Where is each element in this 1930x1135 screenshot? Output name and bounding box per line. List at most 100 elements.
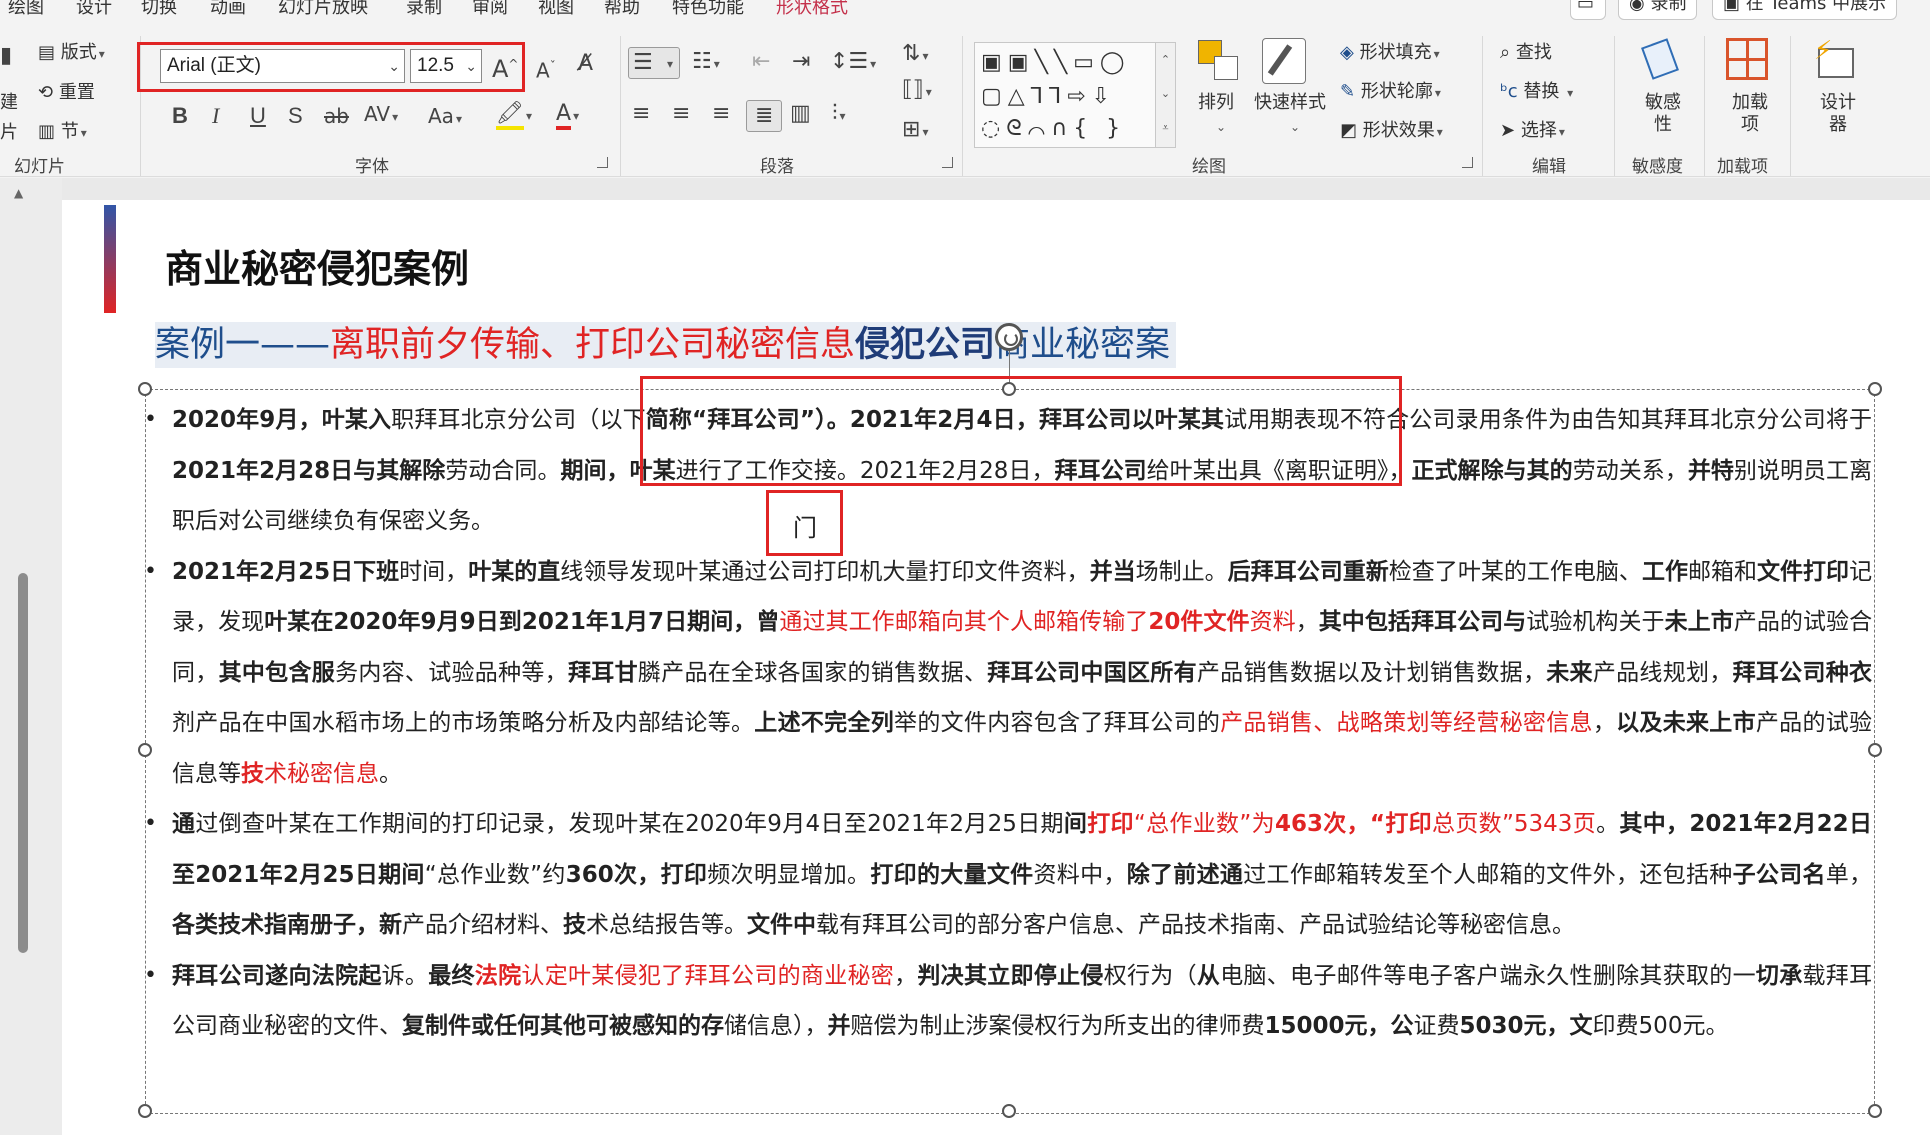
text-run: 工作 [1641,558,1688,585]
align-left-icon[interactable]: ≡ [632,102,650,126]
shape-outline-button[interactable]: ✎ 形状轮廓 ▾ [1340,81,1441,104]
quick-styles-icon[interactable] [1262,38,1306,84]
find-button[interactable]: ⌕ 查找 [1500,42,1552,64]
designer-button[interactable]: 设计器 [1818,92,1858,136]
chevron-down-icon[interactable]: ⌄ [1156,77,1175,111]
justify-button[interactable]: ≣ [746,100,782,132]
arrange-button[interactable]: 排列 [1198,92,1234,114]
resize-handle-top-left[interactable] [138,382,152,396]
resize-handle-bottom-left[interactable] [138,1104,152,1118]
addins-icon[interactable] [1726,38,1768,80]
thumbnail-scrollbar[interactable] [18,573,28,953]
slide-title[interactable]: 商业秘密侵犯案例 [165,238,469,293]
bold-button[interactable]: B [172,104,188,128]
tab-record[interactable]: 录制 [406,0,442,18]
tab-transitions[interactable]: 切换 [141,0,177,18]
rotate-handle-icon[interactable] [995,323,1023,351]
text-run: ， [1295,609,1319,635]
shapes-row-3[interactable]: ◌ᘓ⌒∩{ } [981,113,1126,145]
line-spacing-icon[interactable]: ↕☰ ▾ [830,50,876,76]
comments-button[interactable]: ▭ [1570,0,1606,20]
shapes-row-2[interactable]: ▢△⅂⅂⇨⇩ [981,81,1116,113]
text-run: 新 [379,912,402,938]
tab-draw[interactable]: 绘图 [8,0,44,18]
tab-help[interactable]: 帮助 [604,0,640,18]
italic-button[interactable]: I [212,104,219,128]
tab-view[interactable]: 视图 [538,0,574,18]
text-run: ， [894,962,918,989]
reset-button[interactable]: ⟲ 重置 [38,82,95,104]
clear-formatting-icon[interactable]: A̸ [578,52,593,76]
new-slide-icon[interactable]: ▮ [0,44,12,68]
shrink-font-button[interactable]: Aˇ [536,54,556,83]
underline-button[interactable]: U [250,104,266,128]
replace-button[interactable]: ᵇc 替换 ▾ [1500,81,1573,104]
text-run: 从 [1196,962,1221,989]
font-highlight-box [137,42,525,92]
designer-icon[interactable]: ⚡ [1812,36,1858,82]
drawing-dialog-launcher-icon[interactable] [1462,157,1473,168]
decrease-indent-icon[interactable]: ⇤ [752,50,770,74]
tab-shape-format[interactable]: 形状格式 [776,0,848,18]
quick-styles-button[interactable]: 快速样式 [1254,92,1326,114]
separator [1614,36,1615,176]
shapes-row-1[interactable]: ▣▣╲╲▭◯ [981,47,1130,79]
tab-design[interactable]: 设计 [76,0,112,18]
gallery-scrollbar[interactable]: ⌃ ⌄ ⩡ [1155,43,1175,147]
highlight-color-icon[interactable]: 🖍 ▾ [496,101,532,130]
increase-indent-icon[interactable]: ⇥ [792,50,810,74]
layout-button[interactable]: ▤ 版式 ▾ [38,42,105,65]
resize-handle-bottom-right[interactable] [1868,1104,1882,1118]
bullet-list[interactable]: 2020年9月，叶某入职拜耳北京分公司（以下简称“拜耳公司”）。2021年2月4… [144,395,1873,1052]
distributed-icon[interactable]: ▥ [790,102,811,126]
font-color-icon[interactable]: A ▾ [556,101,579,130]
strikethrough-button[interactable]: ab [324,104,349,128]
resize-handle-top-right[interactable] [1868,382,1882,396]
tab-features[interactable]: 特色功能 [672,0,744,18]
resize-handle-left[interactable] [138,743,152,757]
shape-effects-button[interactable]: ◩ 形状效果 ▾ [1340,120,1443,143]
bullet-paragraph-4[interactable]: 拜耳公司遂向法院起诉。最终法院认定叶某侵犯了拜耳公司的商业秘密，判决其立即停止侵… [144,951,1872,1052]
text-direction-icon[interactable]: ⇅ ▾ [902,42,928,68]
columns-icon[interactable]: ⫶ ▾ [832,102,846,128]
text-run: 曾 [756,609,780,635]
shape-fill-button[interactable]: ◈ 形状填充 ▾ [1340,42,1440,65]
text-run: 认定叶某侵犯了拜耳公司的商业秘密 [521,962,895,989]
numbering-icon[interactable]: ☷ ▾ [692,50,720,76]
align-right-icon[interactable]: ≡ [712,102,730,126]
more-icon[interactable]: ⩡ [1156,111,1175,145]
sensitivity-icon[interactable] [1640,38,1680,82]
addins-button[interactable]: 加载项 [1730,92,1770,136]
case-title[interactable]: 案例一——离职前夕传输、打印公司秘密信息侵犯公司商业秘密案 [155,322,1177,368]
character-spacing-button[interactable]: AV ▾ [364,102,398,129]
sensitivity-button[interactable]: 敏感性 [1640,92,1686,136]
text-run: 拜耳甘 [567,659,638,686]
bullet-paragraph-3[interactable]: 通过倒查叶某在工作期间的打印记录，发现叶某在2020年9月4日至2021年2月2… [144,799,1872,951]
smartart-icon[interactable]: ⊞ ▾ [902,118,928,144]
tab-animations[interactable]: 动画 [210,0,246,18]
arrange-icon[interactable] [1196,38,1244,86]
bullets-button[interactable]: ☰ ▾ [628,47,680,79]
text-run: 拜耳公司种衣 [1732,659,1873,686]
section-button[interactable]: ▥ 节 ▾ [38,121,87,144]
chevron-up-icon[interactable]: ▲ [14,186,23,200]
record-button[interactable]: ◉ 录制 [1618,0,1698,20]
resize-handle-bottom[interactable] [1002,1104,1016,1118]
paragraph-dialog-launcher-icon[interactable] [942,157,953,168]
bullet-paragraph-2[interactable]: 2021年2月25日下班时间，叶某的直线领导发现叶某通过公司打印机大量打印文件资… [144,547,1873,800]
text-run: 。 [1596,811,1620,837]
tab-slideshow[interactable]: 幻灯片放映 [278,0,368,18]
align-text-icon[interactable]: ⟦⟧ ▾ [902,78,932,104]
shapes-gallery[interactable]: ▣▣╲╲▭◯ ▢△⅂⅂⇨⇩ ◌ᘓ⌒∩{ } ⌃ ⌄ ⩡ [974,42,1176,148]
change-case-button[interactable]: Aa ▾ [428,104,462,131]
align-center-icon[interactable]: ≡ [672,102,690,126]
text-run: 后拜耳公司重新 [1227,558,1389,585]
teams-icon: ▣ [1723,0,1741,14]
present-in-teams-button[interactable]: ▣ 在 Teams 中展示 [1712,0,1898,20]
select-button[interactable]: ➤ 选择 ▾ [1500,120,1565,143]
chevron-up-icon[interactable]: ⌃ [1156,43,1175,77]
tab-review[interactable]: 审阅 [472,0,508,18]
shadow-button[interactable]: S [288,104,303,128]
font-dialog-launcher-icon[interactable] [597,157,608,168]
text-run: 邮箱和 [1687,558,1758,585]
